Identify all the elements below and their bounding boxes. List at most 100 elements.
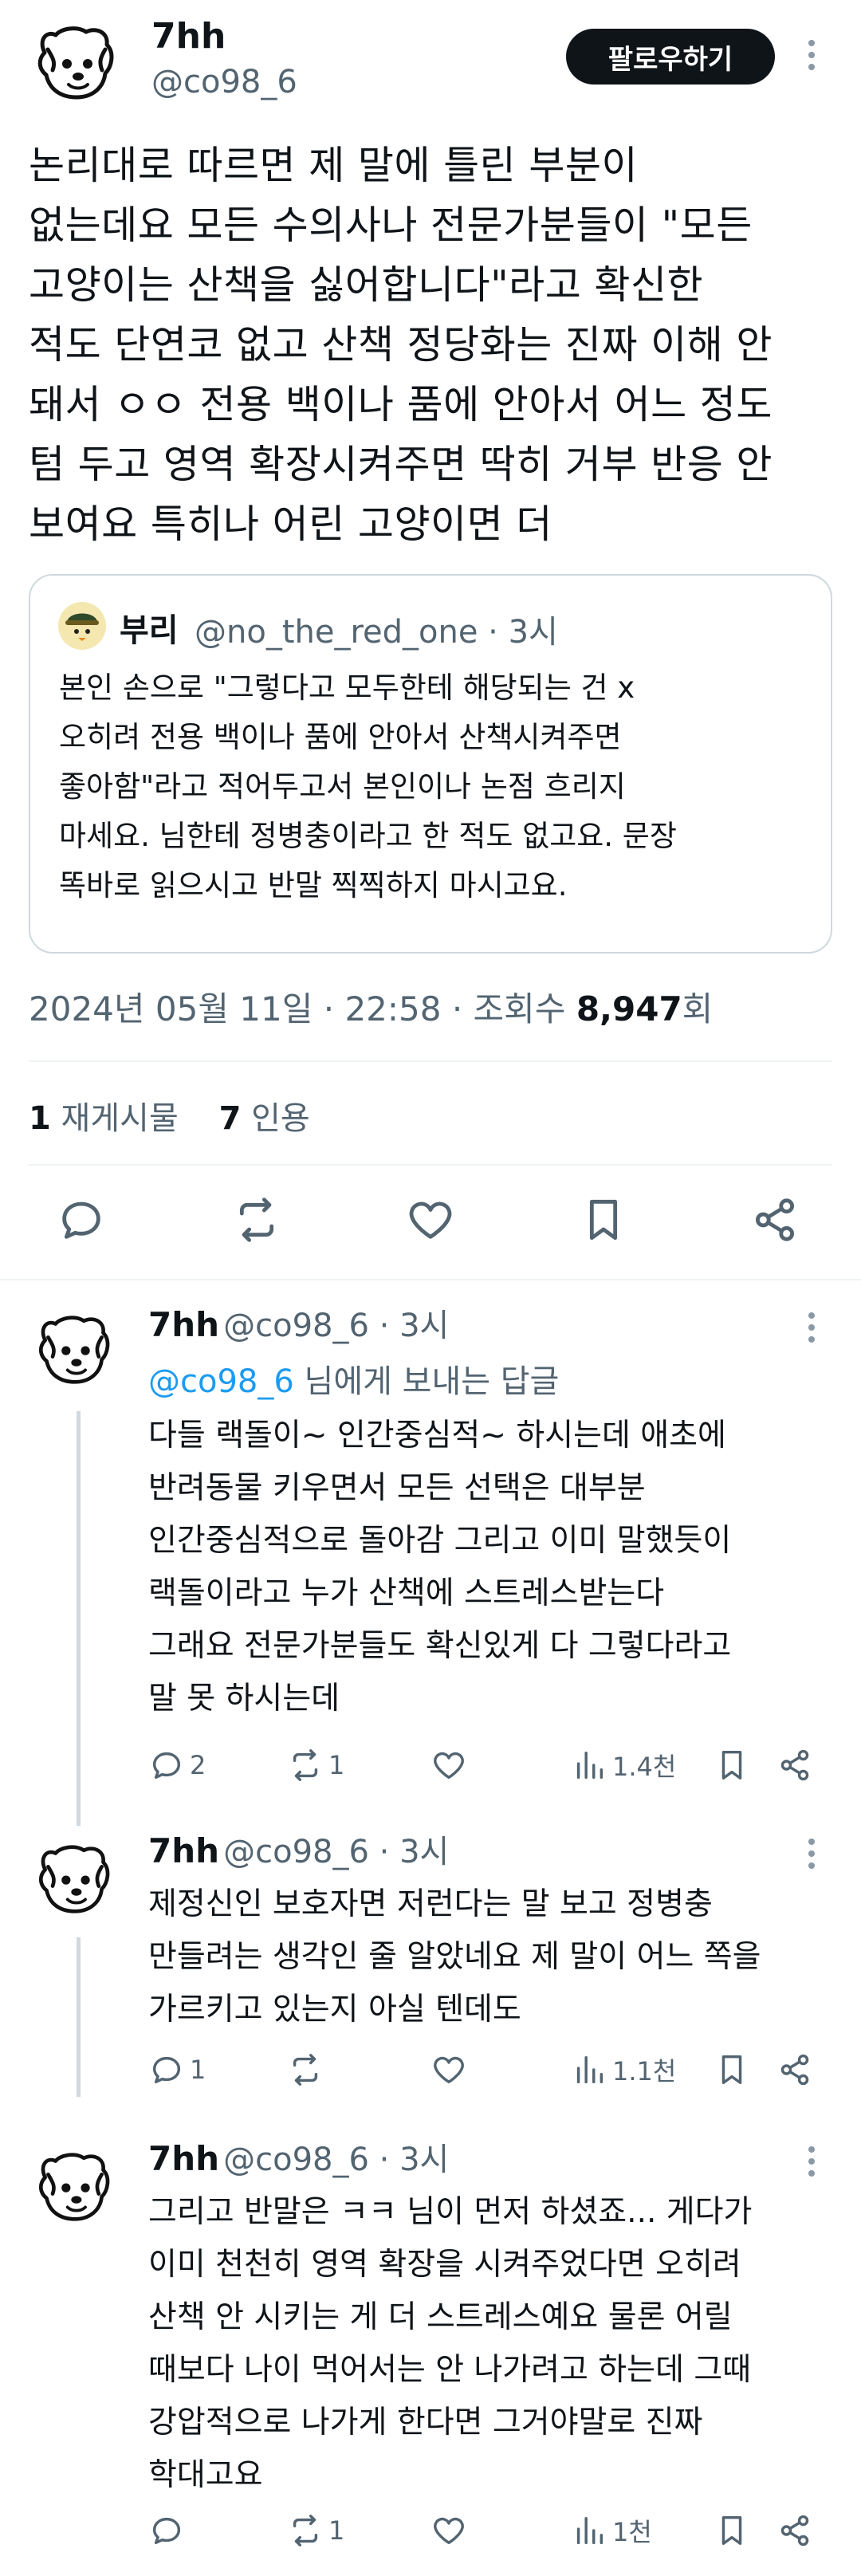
quote-label: 인용 xyxy=(241,1100,310,1137)
divider xyxy=(0,1279,861,1280)
retweet-stat[interactable]: 1 재게시물 xyxy=(29,1100,179,1137)
replying-to-suffix: 님에게 보내는 답글 xyxy=(293,1363,560,1400)
reply-body-line: 다들 랙돌이~ 인간중심적~ 하시는데 애초에 xyxy=(148,1418,726,1453)
view-suffix: 회 xyxy=(682,989,714,1028)
views-icon xyxy=(576,1751,603,1780)
reply-body-line: 강압적으로 나가게 한다면 그거야말로 진짜 xyxy=(148,2405,703,2440)
reply-body: 그리고 반말은 ㅋㅋ 님이 먼저 하셨죠... 게다가 이미 천천히 영역 확장… xyxy=(148,2186,834,2502)
reply-body-line: 말 못 하시는데 xyxy=(148,1681,340,1717)
like-icon xyxy=(434,2517,464,2545)
reply-icon[interactable] xyxy=(56,1194,107,1245)
tweet-body-line: 없는데요 모든 수의사나 전문가분들이 "모든 xyxy=(29,203,753,248)
views-button[interactable]: 1.1천 xyxy=(571,2051,676,2089)
reply-body-line: 가르키고 있는지 아실 텐데도 xyxy=(148,1992,521,2027)
thread-line xyxy=(77,1411,81,1826)
author-name[interactable]: 7hh xyxy=(151,16,226,57)
reply-header: 7hh @co98_6 · 3시 xyxy=(148,2134,449,2180)
view-count: 1천 xyxy=(612,2517,652,2547)
reply-body: 제정신인 보호자면 저런다는 말 보고 정병충 만들려는 생각인 줄 알았네요 … xyxy=(148,1878,834,2036)
views-button[interactable]: 1.4천 xyxy=(571,1746,676,1784)
like-icon xyxy=(434,1752,464,1780)
bookmark-icon xyxy=(721,1750,742,1780)
like-icon[interactable] xyxy=(405,1194,456,1245)
retweet-icon[interactable] xyxy=(231,1194,282,1245)
share-button[interactable] xyxy=(776,1746,813,1784)
more-icon[interactable] xyxy=(807,1312,816,1343)
quote-body-line: 똑바로 읽으시고 반말 찍찍하지 마시고요. xyxy=(59,868,568,903)
reply-body-line: 반려동물 키우면서 모든 선택은 대부분 xyxy=(148,1470,646,1506)
retweet-button[interactable] xyxy=(287,2051,328,2089)
reply-body-line: 만들려는 생각인 줄 알았네요 제 말이 어느 쪽을 xyxy=(148,1939,761,1975)
reply-icon xyxy=(152,2517,181,2545)
quoted-tweet-card[interactable]: 부리 @no_the_red_one · 3시 본인 손으로 "그렇다고 모두한… xyxy=(29,574,832,954)
like-button[interactable] xyxy=(431,2051,472,2089)
reply-body-line: 그리고 반말은 ㅋㅋ 님이 먼저 하셨죠... 게다가 xyxy=(148,2194,753,2230)
reply-icon xyxy=(152,2056,181,2084)
tweet-body-line: 논리대로 따르면 제 말에 틀린 부분이 xyxy=(29,143,639,188)
tweet-timestamp: 2024년 05월 11일 · 22:58 · 조회수 8,947회 xyxy=(29,982,713,1031)
retweet-button[interactable]: 1 xyxy=(287,2511,344,2550)
share-icon xyxy=(780,2054,809,2086)
reply-body-line: 그래요 전문가분들도 확신있게 다 그렇다라고 xyxy=(148,1628,732,1664)
quote-author-avatar xyxy=(58,602,106,650)
engagement-stats: 1 재게시물 7 인용 xyxy=(29,1092,310,1139)
reply-icon xyxy=(152,1752,181,1780)
tweet-body-line: 고양이는 산책을 싫어합니다"라고 확신한 xyxy=(29,262,704,308)
reply-author-name[interactable]: 7hh xyxy=(148,2139,219,2178)
reply-count: 2 xyxy=(190,1750,206,1780)
views-button[interactable]: 1천 xyxy=(571,2511,652,2550)
reply-button[interactable]: 1 xyxy=(148,2051,206,2089)
reply-avatar[interactable] xyxy=(30,1308,120,1397)
retweet-icon xyxy=(293,2515,318,2547)
reply-body-line: 이미 천천히 영역 확장을 시켜주었다면 오히려 xyxy=(148,2247,741,2283)
tweet-body-line: 보여요 특히나 어린 고양이면 더 xyxy=(29,501,552,547)
more-icon[interactable] xyxy=(807,1839,816,1869)
reply-avatar[interactable] xyxy=(30,2145,120,2234)
reply-author-name[interactable]: 7hh xyxy=(148,1305,219,1344)
reply-author-handle[interactable]: @co98_6 · 3시 xyxy=(223,2141,449,2178)
share-icon[interactable] xyxy=(749,1194,800,1245)
reply-body-line: 제정신인 보호자면 저런다는 말 보고 정병충 xyxy=(148,1886,713,1922)
share-button[interactable] xyxy=(776,2051,813,2089)
reply-author-name[interactable]: 7hh xyxy=(148,1831,219,1870)
author-avatar[interactable] xyxy=(29,18,124,113)
views-icon xyxy=(576,2055,603,2084)
reply-body-line: 산책 안 시키는 게 더 스트레스예요 물론 어릴 xyxy=(148,2299,733,2335)
retweet-count: 1 xyxy=(328,2515,345,2546)
reply-header: 7hh @co98_6 · 3시 xyxy=(148,1826,449,1872)
bookmark-button[interactable] xyxy=(714,2051,750,2089)
tweet-body-line: 돼서 ㅇㅇ 전용 백이나 품에 안아서 어느 정도 xyxy=(29,382,773,427)
like-button[interactable] xyxy=(431,1746,472,1784)
reply-author-handle[interactable]: @co98_6 · 3시 xyxy=(223,1834,449,1870)
share-icon xyxy=(780,1749,809,1781)
share-button[interactable] xyxy=(776,2511,813,2550)
share-icon xyxy=(780,2515,809,2547)
reply-count: 1 xyxy=(190,2055,206,2085)
reply-author-handle[interactable]: @co98_6 · 3시 xyxy=(223,1308,449,1344)
retweet-button[interactable]: 1 xyxy=(287,1746,344,1784)
bookmark-icon[interactable] xyxy=(578,1194,629,1245)
retweet-label: 재게시물 xyxy=(50,1100,179,1137)
more-icon[interactable] xyxy=(807,2146,816,2177)
quote-body-line: 본인 손으로 "그렇다고 모두한테 해당되는 건 x xyxy=(59,671,635,705)
reply-avatar[interactable] xyxy=(30,1837,120,1926)
reply-button[interactable]: 2 xyxy=(148,1746,206,1784)
tweet-body-line: 적도 단연코 없고 산책 정당화는 진짜 이해 안 xyxy=(29,322,773,368)
quote-body-line: 오히려 전용 백이나 품에 안아서 산책시켜주면 xyxy=(59,720,622,754)
author-handle[interactable]: @co98_6 xyxy=(151,64,297,100)
bookmark-button[interactable] xyxy=(714,1746,750,1784)
replying-to: @co98_6 님에게 보내는 답글 xyxy=(148,1355,559,1402)
replying-to-handle[interactable]: @co98_6 xyxy=(148,1363,294,1400)
reply-button[interactable] xyxy=(148,2511,190,2550)
like-button[interactable] xyxy=(431,2511,472,2550)
follow-button[interactable]: 팔로우하기 xyxy=(566,29,775,85)
quote-author-handle: @no_the_red_one · 3시 xyxy=(195,614,558,651)
reply-body-line: 인간중심적으로 돌아감 그리고 이미 말했듯이 xyxy=(148,1523,732,1559)
bookmark-button[interactable] xyxy=(714,2511,750,2550)
bookmark-icon xyxy=(721,2515,742,2546)
reply-header: 7hh @co98_6 · 3시 xyxy=(148,1300,449,1346)
more-icon[interactable] xyxy=(807,40,816,70)
retweet-count: 1 xyxy=(29,1100,51,1137)
quote-body: 본인 손으로 "그렇다고 모두한테 해당되는 건 x 오히려 전용 백이나 품에… xyxy=(59,663,816,910)
quote-stat[interactable]: 7 인용 xyxy=(219,1100,310,1137)
